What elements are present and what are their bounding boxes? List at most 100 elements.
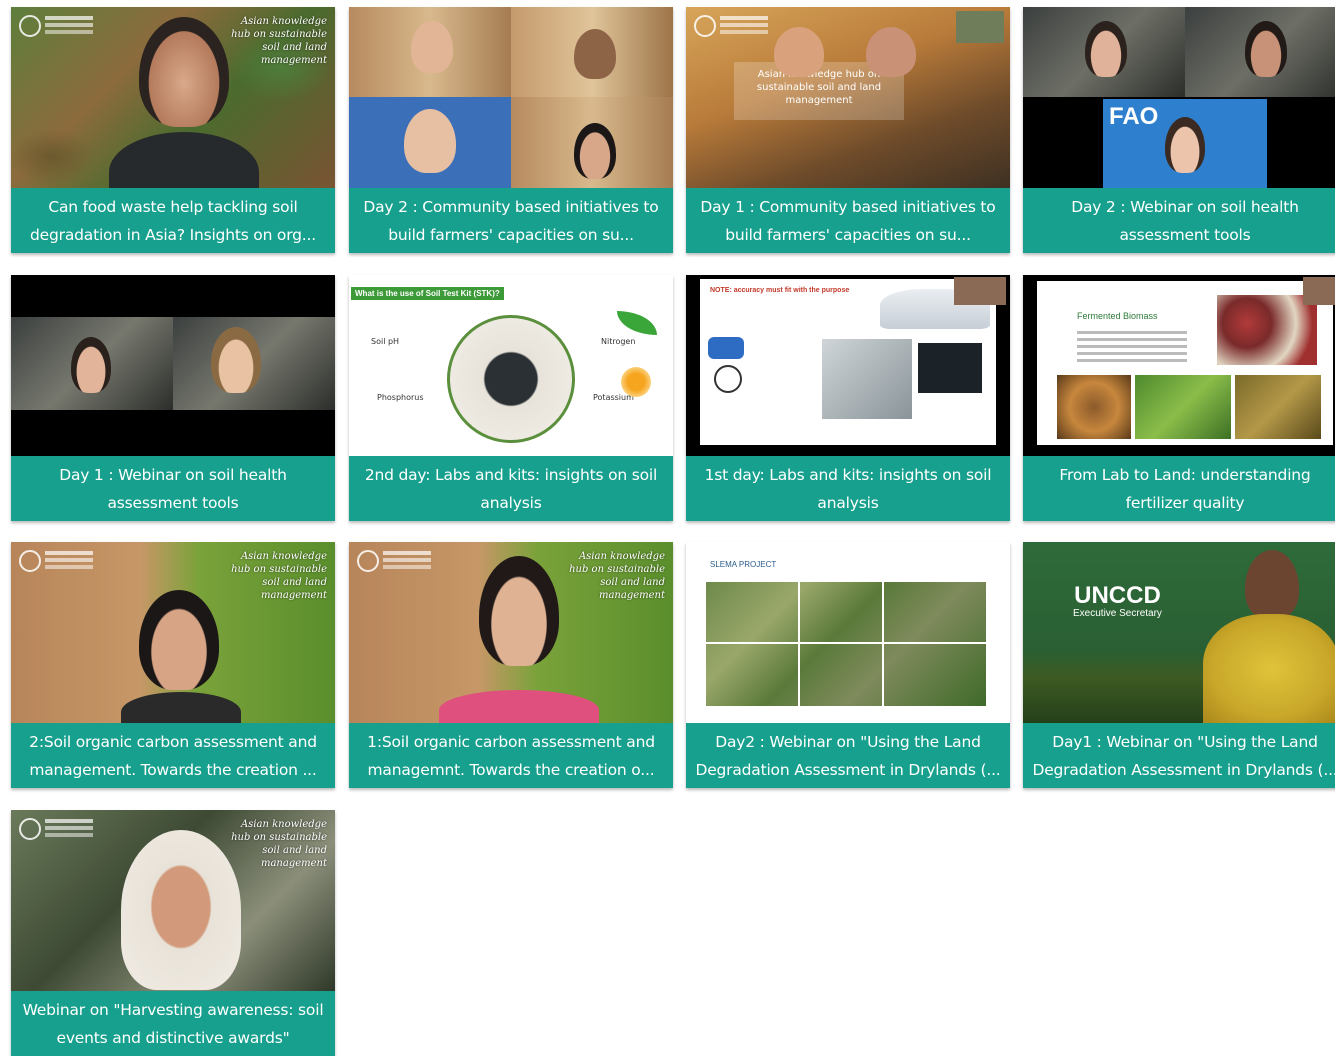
video-title: Day2 : Webinar on "Using the Land Degrad… (686, 723, 1010, 788)
flower-icon (621, 367, 651, 397)
speaker-body (121, 692, 241, 723)
video-card[interactable]: Asian knowledge hub on sustainable soil … (11, 810, 335, 1056)
photo-divider (882, 582, 884, 706)
video-card[interactable]: SLEMA PROJECT Day2 : Webinar on "Using t… (686, 542, 1010, 788)
speaker-body (1203, 614, 1335, 723)
video-title: 1:Soil organic carbon assessment and man… (349, 723, 673, 788)
video-card[interactable]: Asian knowledge hub on sustainable soil … (686, 7, 1010, 253)
video-title: Day 2 : Webinar on soil health assessmen… (1023, 188, 1335, 253)
slide-text-lines (1077, 331, 1187, 334)
video-thumbnail: Fermented Biomass (1023, 275, 1335, 456)
speaker-image (1085, 21, 1127, 77)
video-thumbnail: Asian knowledge hub on sustainable soil … (11, 542, 335, 723)
kit-label: Phosphorus (377, 393, 424, 402)
hub-logo-text: Asian knowledge hub on sustainable soil … (231, 16, 327, 66)
video-card[interactable]: Day 2 : Community based initiatives to b… (349, 7, 673, 253)
hub-logo-text: Asian knowledge hub on sustainable soil … (231, 551, 327, 601)
kit-label: Nitrogen (601, 337, 636, 346)
leaf-icon (617, 311, 657, 335)
gauge-icon (714, 365, 742, 393)
car-icon (708, 337, 744, 359)
video-thumbnail: Asian knowledge hub on sustainable soil … (349, 542, 673, 723)
video-card[interactable]: Fermented Biomass From Lab to Land: unde… (1023, 275, 1335, 521)
video-card[interactable]: NOTE: accuracy must fit with the purpose… (686, 275, 1010, 521)
kit-label: Soil pH (371, 337, 400, 346)
video-thumbnail: NOTE: accuracy must fit with the purpose (686, 275, 1010, 456)
seaweed-image (1235, 375, 1321, 439)
video-title: Day 1 : Webinar on soil health assessmen… (11, 456, 335, 521)
speaker-pip (954, 277, 1006, 305)
fuel-display (918, 343, 982, 393)
slide-title: What is the use of Soil Test Kit (STK)? (351, 287, 504, 300)
photo-divider (706, 642, 986, 644)
speaker-body (109, 132, 259, 188)
speaker-pip (956, 11, 1004, 43)
logo-text-lines (45, 551, 93, 555)
speaker-image (1165, 117, 1205, 173)
speaker-body (439, 690, 599, 723)
slide: NOTE: accuracy must fit with the purpose (700, 279, 996, 445)
speaker-image (866, 27, 916, 77)
fao-text: FAO (1109, 103, 1159, 130)
hub-logo-text: Asian knowledge hub on sustainable soil … (231, 819, 327, 869)
slide-title: Fermented Biomass (1077, 311, 1158, 321)
logo-text-lines (45, 819, 93, 823)
speaker-pip (1303, 277, 1335, 305)
speaker-image (1245, 550, 1299, 620)
speaker-image (139, 590, 219, 690)
unccd-subtitle: Executive Secretary (1073, 608, 1162, 619)
video-title: Day1 : Webinar on "Using the Land Degrad… (1023, 723, 1335, 788)
speaker-image (121, 830, 241, 990)
video-thumbnail: SLEMA PROJECT (686, 542, 1010, 723)
video-thumbnail: Asian knowledge hub on sustainable soil … (11, 810, 335, 991)
video-thumbnail: UNCCD Executive Secretary (1023, 542, 1335, 723)
video-title: Day 2 : Community based initiatives to b… (349, 188, 673, 253)
speaker-image (404, 109, 456, 173)
video-thumbnail: FAO (1023, 7, 1335, 188)
landscape-photos (706, 582, 986, 706)
logo-text-lines (383, 551, 431, 555)
video-card[interactable]: Asian knowledge hub on sustainable soil … (11, 542, 335, 788)
unccd-logo-text: UNCCD Executive Secretary (1073, 582, 1162, 619)
fao-logo-icon (357, 550, 379, 572)
slide-title: SLEMA PROJECT (710, 560, 777, 569)
video-card[interactable]: What is the use of Soil Test Kit (STK)? … (349, 275, 673, 521)
logo-text-lines (45, 16, 93, 20)
speaker-image (211, 327, 261, 393)
speaker-image (411, 21, 453, 73)
unccd-title: UNCCD (1074, 582, 1161, 609)
speaker-image (139, 17, 229, 127)
logo-text-lines (720, 16, 768, 20)
biomass-image (1217, 295, 1317, 365)
video-title: 1st day: Labs and kits: insights on soil… (686, 456, 1010, 521)
photo-divider (798, 582, 800, 706)
leaves-image (1135, 375, 1231, 439)
video-card[interactable]: Asian knowledge hub on sustainable soil … (349, 542, 673, 788)
fao-logo-icon (19, 550, 41, 572)
speaker-image (774, 27, 824, 77)
video-title: Webinar on "Harvesting awareness: soil e… (11, 991, 335, 1056)
slide: Fermented Biomass (1037, 281, 1333, 445)
speaker-image (1245, 21, 1287, 77)
speaker-image (574, 29, 616, 79)
video-title: Can food waste help tackling soil degrad… (11, 188, 335, 253)
video-title: From Lab to Land: understanding fertiliz… (1023, 456, 1335, 521)
video-card[interactable]: Asian knowledge hub on sustainable soil … (11, 7, 335, 253)
video-thumbnail (349, 7, 673, 188)
biomass-image (1057, 375, 1131, 439)
speaker-image (574, 123, 616, 179)
slide-title: NOTE: accuracy must fit with the purpose (710, 287, 850, 294)
video-thumbnail: Asian knowledge hub on sustainable soil … (686, 7, 1010, 188)
video-card[interactable]: UNCCD Executive Secretary Day1 : Webinar… (1023, 542, 1335, 788)
video-thumbnail: What is the use of Soil Test Kit (STK)? … (349, 275, 673, 456)
video-thumbnail (11, 275, 335, 456)
video-thumbnail: Asian knowledge hub on sustainable soil … (11, 7, 335, 188)
video-title: 2nd day: Labs and kits: insights on soil… (349, 456, 673, 521)
video-title: Day 1 : Community based initiatives to b… (686, 188, 1010, 253)
soil-test-kit-image (447, 315, 575, 443)
speaker-image (479, 556, 559, 666)
fao-logo-icon (694, 15, 716, 37)
video-card[interactable]: Day 1 : Webinar on soil health assessmen… (11, 275, 335, 521)
video-title: 2:Soil organic carbon assessment and man… (11, 723, 335, 788)
video-card[interactable]: FAO Day 2 : Webinar on soil health asses… (1023, 7, 1335, 253)
